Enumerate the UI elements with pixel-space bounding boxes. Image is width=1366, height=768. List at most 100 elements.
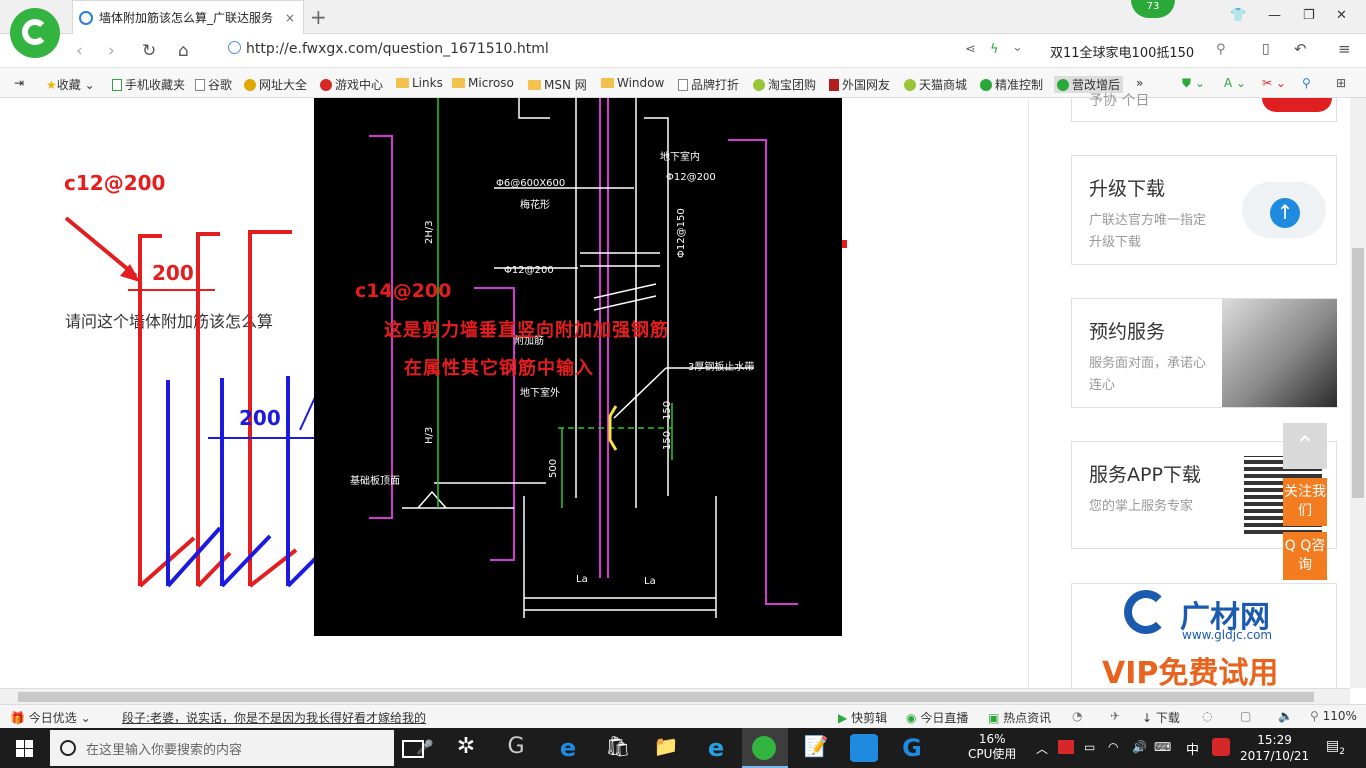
apps-icon[interactable]: ⊞ <box>1336 76 1346 90</box>
back-to-top-button[interactable]: ⌃ <box>1283 423 1327 469</box>
task-view-icon[interactable] <box>402 740 424 758</box>
phone-icon <box>112 79 122 91</box>
bookmark-item[interactable]: 淘宝团购 <box>753 76 816 93</box>
zoom-level[interactable]: ⚲ 110% <box>1310 709 1357 723</box>
url-field[interactable]: http://e.fwxgx.com/question_1671510.html <box>228 41 549 57</box>
follow-us-button[interactable]: 关注我们 <box>1283 478 1327 526</box>
speed-icon[interactable]: ◔ <box>1072 709 1082 723</box>
restore-icon[interactable]: ❐ <box>1303 8 1315 23</box>
bookmark-item[interactable]: 手机收藏夹 <box>112 76 185 93</box>
cad-label: 2H/3 <box>424 220 435 244</box>
tray-expand-icon[interactable]: ︿ <box>1036 740 1048 757</box>
shirt-icon[interactable]: 👕 <box>1230 8 1246 23</box>
cad-label: Φ12@200 <box>666 172 716 183</box>
search-icon[interactable]: ⚲ <box>1216 42 1226 57</box>
folder-icon <box>528 80 541 90</box>
window-icon[interactable]: ▢ <box>1240 709 1251 723</box>
scissors-icon[interactable]: ✂ ⌄ <box>1262 76 1286 90</box>
g-app-icon[interactable]: G <box>502 734 530 762</box>
ime-indicator[interactable]: 中 <box>1186 739 1199 758</box>
bookmark-item[interactable]: 品牌打折 <box>678 76 739 93</box>
clean-icon[interactable]: ◌ <box>1202 709 1212 723</box>
notes-icon[interactable]: 📝 <box>802 734 830 762</box>
sidebar-toggle-icon[interactable]: ⇥ <box>14 76 24 90</box>
bookmark-item[interactable]: 游戏中心 <box>320 76 383 93</box>
bookmark-item[interactable]: 外国网友 <box>829 76 890 93</box>
qq-consult-button[interactable]: Q Q咨询 <box>1283 532 1327 580</box>
sidebar-card-partial[interactable]: 予协 个日 <box>1071 93 1337 122</box>
chevron-down-icon[interactable]: ⌄ <box>1012 40 1023 55</box>
store-icon[interactable]: 🛍 <box>604 734 632 762</box>
more-bookmarks-icon[interactable]: » <box>1136 76 1143 90</box>
mute-icon[interactable]: 🔈 <box>1278 709 1293 723</box>
bookmark-item[interactable]: MSN 网 <box>528 76 587 93</box>
pin-icon[interactable]: ✈ <box>1110 709 1120 723</box>
shield-icon[interactable]: ⛊ ⌄ <box>1182 76 1205 91</box>
glodon-app-icon[interactable]: G <box>898 734 926 762</box>
zoom-icon: ⚲ <box>1310 709 1319 723</box>
clock[interactable]: 15:29 2017/10/21 <box>1240 732 1309 764</box>
hot-news-button[interactable]: ▣ 热点资讯 <box>988 709 1051 726</box>
cpu-meter[interactable]: 16% CPU使用 <box>968 732 1016 762</box>
forward-icon[interactable]: › <box>108 41 115 61</box>
tab-title: 墙体附加筋该怎么算_广联达服务 <box>99 11 274 25</box>
quick-cut-button[interactable]: ▶ 快剪辑 <box>838 709 887 726</box>
file-explorer-icon[interactable]: 📁 <box>652 734 680 762</box>
scrollbar-thumb[interactable] <box>18 692 1314 702</box>
volume-icon[interactable]: 🔊 <box>1132 740 1147 754</box>
undo-icon[interactable]: ↶ <box>1294 40 1307 58</box>
browser-logo-icon[interactable] <box>10 8 60 58</box>
refresh-icon[interactable]: ↻ <box>142 41 156 61</box>
bookmark-item[interactable]: Microso <box>452 76 514 90</box>
bookmark-item[interactable]: 谷歌 <box>195 76 232 93</box>
scrollbar-thumb[interactable] <box>1352 248 1364 498</box>
sogou-icon[interactable] <box>1212 738 1230 756</box>
vertical-scrollbar[interactable] <box>1350 98 1366 688</box>
edge-icon[interactable]: e <box>554 734 582 762</box>
new-tab-button[interactable]: + <box>310 5 327 29</box>
bookmark-item[interactable]: 天猫商城 <box>904 76 967 93</box>
action-center-icon[interactable]: ▤2 <box>1326 738 1345 757</box>
leaf-icon <box>904 79 916 91</box>
sidebar-card-appointment[interactable]: 预约服务 服务面对面，承诺心连心 <box>1071 298 1337 408</box>
battery-icon[interactable]: ▭ <box>1084 740 1095 754</box>
today-pick[interactable]: 🎁 今日优选 ⌄ <box>10 709 91 726</box>
sync-app-icon[interactable] <box>850 734 878 762</box>
translate-icon[interactable]: A ⌄ <box>1224 76 1246 90</box>
news-headline-link[interactable]: 段子:老婆，说实话，你是不是因为我长得好看才嫁给我的 <box>122 709 426 726</box>
download-button[interactable]: ↓ 下载 <box>1142 709 1180 726</box>
bookmark-item[interactable]: 精准控制 <box>980 76 1043 93</box>
bookmark-item[interactable]: 网址大全 <box>244 76 307 93</box>
back-icon[interactable]: ‹ <box>76 41 83 61</box>
search-promo[interactable]: 双11全球家电100抵150 <box>1050 42 1194 61</box>
sidebar-card-upgrade[interactable]: 升级下载 广联达官方唯一指定升级下载 ↑ <box>1071 155 1337 265</box>
close-window-icon[interactable]: ✕ <box>1336 8 1347 23</box>
minimize-icon[interactable]: — <box>1268 8 1281 23</box>
sidebar-ad-gldjc[interactable]: 广材网 www.gldjc.com VIP免费试用 <box>1071 583 1337 691</box>
news-icon: ▣ <box>988 711 1000 725</box>
share-icon[interactable]: ⋖ <box>965 42 976 57</box>
tray-app-icon[interactable] <box>1058 740 1074 754</box>
bookmark-item[interactable]: Links <box>396 76 443 90</box>
horizontal-scrollbar[interactable] <box>0 688 1350 704</box>
menu-icon[interactable]: ≡ <box>1338 40 1351 58</box>
home-icon[interactable]: ⌂ <box>178 41 189 61</box>
mobile-icon[interactable]: ▯ <box>1262 41 1270 57</box>
bookmark-item[interactable]: Window <box>601 76 664 90</box>
windows-start-icon[interactable] <box>16 740 33 757</box>
cad-label: 地下室外 <box>520 386 560 399</box>
bookmark-item[interactable]: ★收藏 ⌄ <box>46 76 95 93</box>
ie-icon[interactable]: e <box>702 734 730 762</box>
keyboard-icon[interactable]: ⌨ <box>1154 740 1171 754</box>
browser-taskbar-active[interactable] <box>742 728 788 768</box>
cad-label: 3厚钢板止水带 <box>688 360 754 373</box>
tab-active[interactable]: 墙体附加筋该怎么算_广联达服务 × <box>72 0 304 34</box>
tab-close-icon[interactable]: × <box>283 11 297 25</box>
lightning-icon[interactable]: ϟ <box>990 42 999 57</box>
magnifier-icon[interactable]: ⚲ <box>1302 76 1311 90</box>
taskbar-search[interactable]: 在这里输入你要搜索的内容 🎤 <box>50 730 433 766</box>
live-button[interactable]: ◉ 今日直播 <box>906 709 968 726</box>
cad-label: 梅花形 <box>520 198 550 211</box>
wifi-icon[interactable]: ◠ <box>1108 740 1118 754</box>
pinwheel-icon[interactable]: ✲ <box>452 734 480 762</box>
